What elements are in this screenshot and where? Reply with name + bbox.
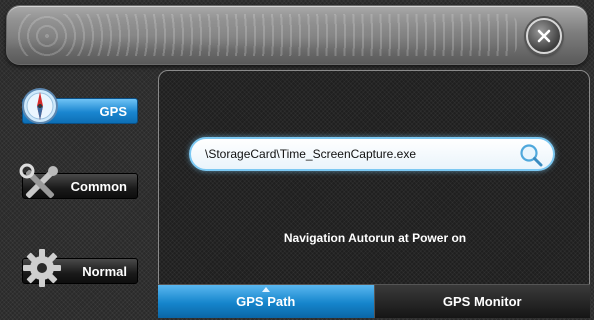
compass-icon [22,88,58,124]
title-bar [6,5,588,65]
main-panel: \StorageCard\Time_ScreenCapture.exe Navi… [158,70,590,318]
autorun-label: Navigation Autorun at Power on [283,231,467,245]
title-bar-pattern [17,14,517,56]
tab-label: GPS Monitor [442,294,522,309]
app-path-value: \StorageCard\Time_ScreenCapture.exe [205,147,416,161]
app-path-input[interactable]: \StorageCard\Time_ScreenCapture.exe [189,137,555,171]
tab-gps-monitor[interactable]: GPS Monitor [373,284,590,318]
browse-search-button[interactable] [517,142,545,168]
tab-bar: GPS Path GPS Monitor [158,284,590,318]
close-button[interactable] [526,18,562,54]
gear-icon [23,249,61,287]
active-tab-indicator [261,287,270,292]
sidebar: GPS Common Normal [0,70,150,320]
close-x-icon [537,29,551,43]
tab-gps-path[interactable]: GPS Path [158,284,374,318]
tab-label: GPS Path [236,294,296,309]
sidebar-item-label: GPS [99,103,127,119]
sidebar-item-label: Normal [82,263,127,279]
tools-icon [19,163,58,199]
magnifier-icon [520,144,543,167]
sidebar-item-label: Common [70,178,127,194]
